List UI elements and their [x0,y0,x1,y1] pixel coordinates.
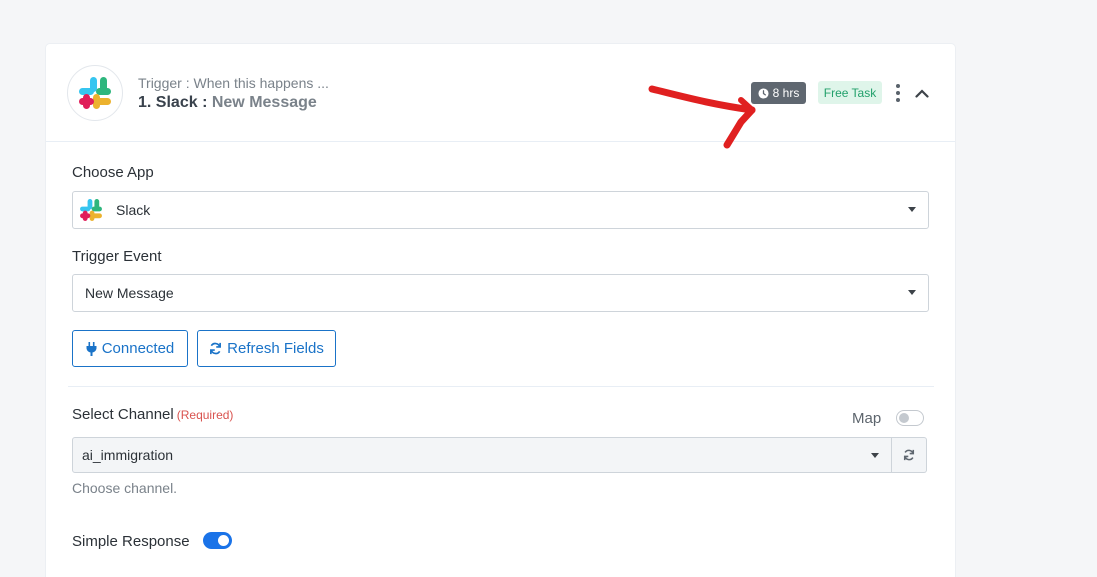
step-number: 1. [138,94,152,111]
map-label: Map [852,410,882,427]
refresh-fields-button[interactable]: Refresh Fields [197,330,336,367]
plug-icon [86,341,97,356]
choose-app-label: Choose App [72,164,154,181]
map-toggle[interactable] [896,410,924,426]
refresh-icon [210,342,222,355]
trigger-event-value: New Message [85,285,174,301]
connected-label: Connected [101,340,175,357]
refresh-fields-label: Refresh Fields [227,340,324,357]
caret-down-icon [908,207,916,212]
step-separator: : [202,94,208,111]
slack-app-logo [67,65,123,121]
step-header[interactable]: Trigger : When this happens ... 1. Slack… [46,44,955,142]
polling-interval-badge: 8 hrs [751,82,806,104]
select-channel-value: ai_immigration [82,447,174,463]
required-indicator: (Required) [176,408,234,422]
caret-down-icon [908,290,916,295]
refresh-icon [903,449,915,461]
trigger-event-label: Trigger Event [72,248,162,265]
channel-help-text: Choose channel. [72,480,178,496]
refresh-channel-button[interactable] [892,437,927,473]
free-task-badge: Free Task [818,81,882,104]
section-divider [68,386,934,387]
more-options-icon[interactable] [892,82,904,104]
step-title: 1. Slack : New Message [138,94,317,112]
select-channel-dropdown[interactable]: ai_immigration [72,437,892,473]
select-channel-label: Select Channel (Required) [72,406,233,423]
simple-response-label: Simple Response [72,533,190,550]
connected-button[interactable]: Connected [72,330,188,367]
select-channel-text: Select Channel [72,406,174,423]
polling-interval-text: 8 hrs [772,86,800,100]
step-app-name: Slack [155,94,198,111]
slack-icon [80,199,102,221]
choose-app-select[interactable]: Slack [72,191,929,229]
trigger-event-select[interactable]: New Message [72,274,929,312]
choose-app-value: Slack [116,202,151,218]
slack-icon [79,77,111,109]
caret-down-icon [871,453,879,458]
trigger-step-card: Trigger : When this happens ... 1. Slack… [46,44,955,577]
step-event-name: New Message [211,94,317,111]
trigger-label: Trigger : When this happens ... [138,75,329,91]
chevron-up-icon[interactable] [911,82,933,104]
simple-response-toggle[interactable] [203,532,232,549]
clock-icon [758,87,769,99]
